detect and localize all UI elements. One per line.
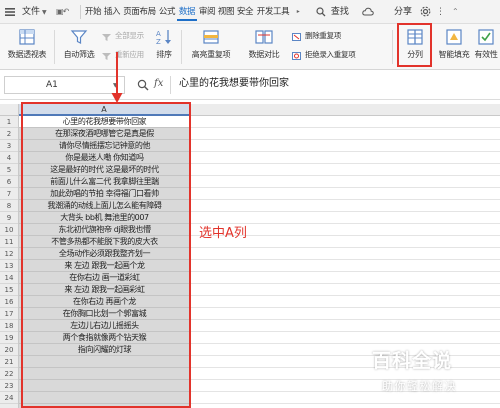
watermark-logo: 百科全说 助你轻松解决: [372, 346, 492, 402]
watermark-subtitle: 助你轻松解决: [382, 380, 457, 393]
watermark-title: 百科全说: [372, 350, 453, 372]
